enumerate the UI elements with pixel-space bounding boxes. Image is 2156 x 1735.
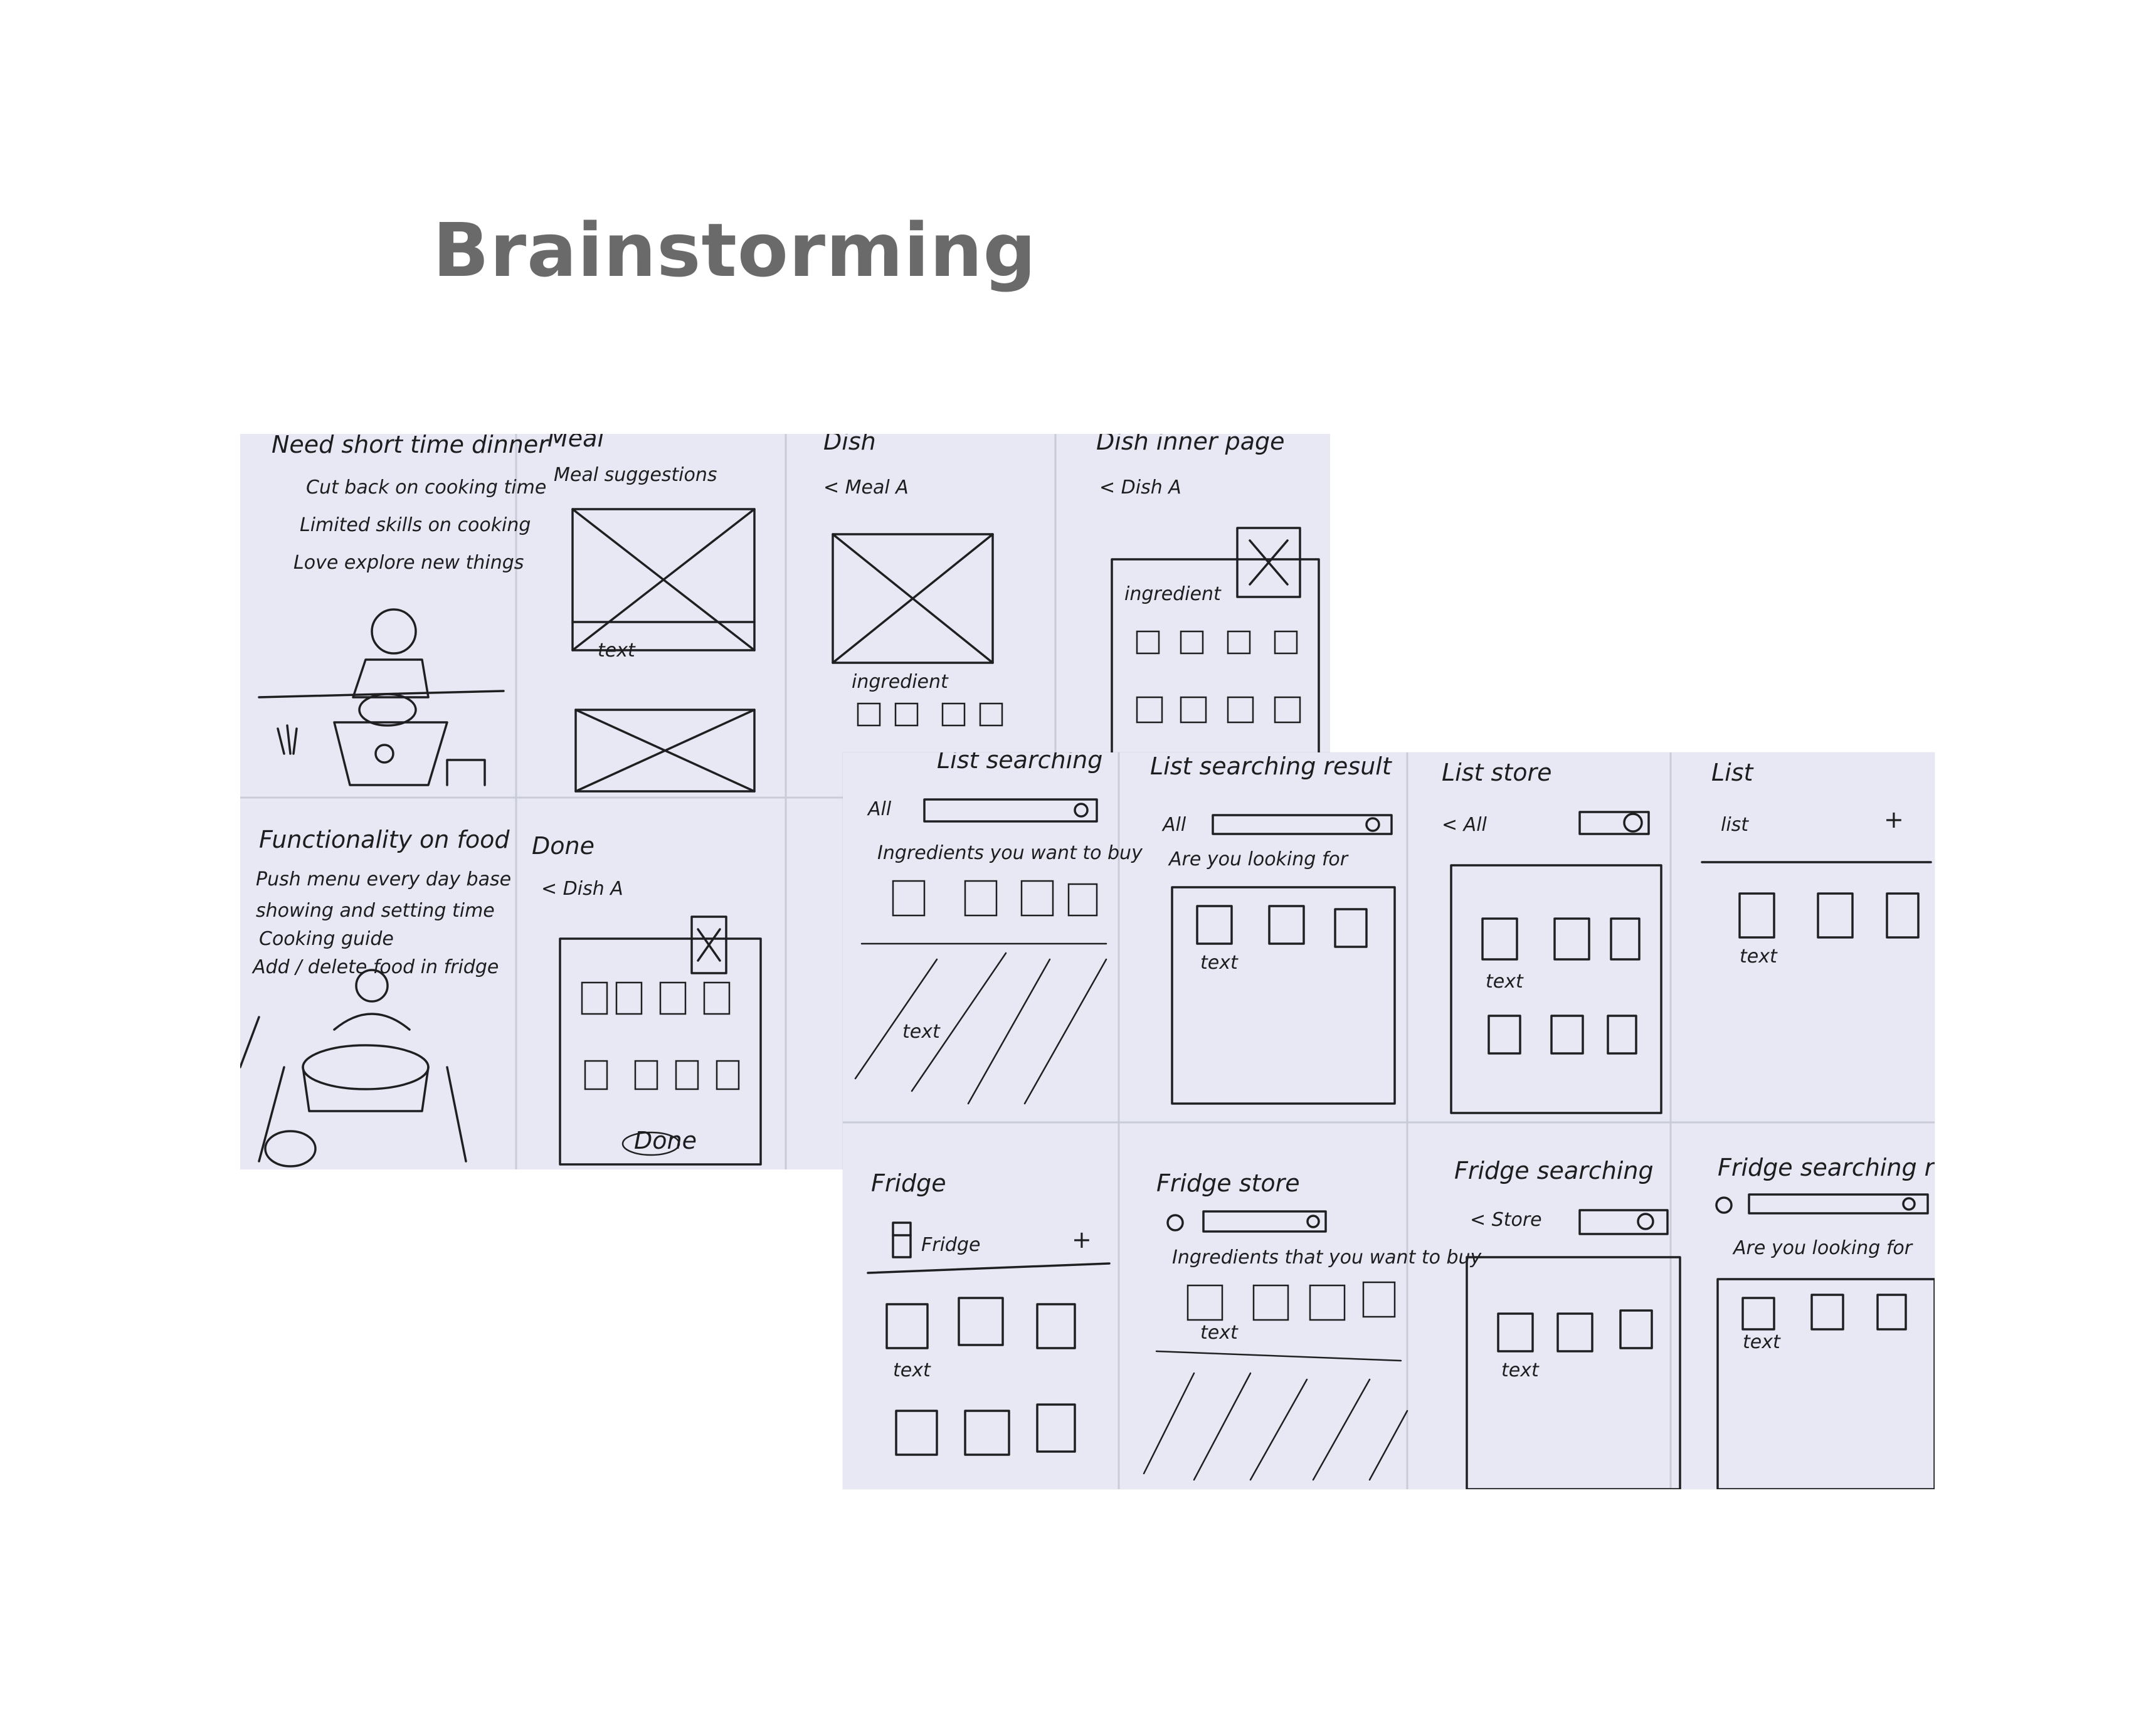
- fridge-search-grid-sketch: [1466, 1209, 1681, 1489]
- panel-fridge-store-heading: Fridge store: [1156, 1169, 1300, 1197]
- all-filter-label: All: [867, 798, 892, 820]
- panel3-heading: Dish: [823, 434, 876, 455]
- search-result-note: Are you looking for: [1168, 848, 1349, 870]
- item-label: text: [1486, 971, 1524, 993]
- page-title: Brainstorming: [433, 207, 1037, 293]
- search-bar-sketch: [1166, 1210, 1327, 1233]
- panel1-note: Love explore new things: [293, 552, 524, 574]
- panel-list-heading: List: [1711, 759, 1755, 786]
- panel-list-search-result-heading: List searching result: [1150, 752, 1393, 780]
- person-cooking-sketch: [258, 608, 505, 786]
- image-placeholder-sketch: [832, 533, 994, 664]
- ingredient-grid-sketch: [854, 880, 1107, 1105]
- panel4-ingredient: ingredient: [1124, 583, 1222, 605]
- item-label: text: [1200, 1322, 1239, 1344]
- fridge-store-note: Ingredients that you want to buy: [1172, 1247, 1482, 1268]
- result-grid-sketch: [1716, 1278, 1935, 1489]
- item-label: text: [1743, 1331, 1781, 1353]
- panel1-note: Limited skills on cooking: [300, 514, 531, 536]
- store-grid-sketch: [1450, 811, 1662, 1114]
- search-result-note: Are you looking for: [1732, 1237, 1913, 1259]
- sketch-drawing-2: List searching List searching result Lis…: [843, 752, 1935, 1489]
- search-bar-sketch: [1212, 814, 1393, 835]
- panel1-note: Cut back on cooking time: [306, 477, 546, 498]
- panel5-note: Cooking guide: [259, 928, 394, 950]
- panel-list-store-heading: List store: [1442, 759, 1551, 786]
- panel5-note: Add / delete food in fridge: [251, 956, 499, 978]
- fridge-icon: [892, 1221, 912, 1258]
- list-grid-sketch: [1701, 861, 1932, 939]
- panel-fridge-searching-heading: Fridge searching: [1454, 1157, 1654, 1184]
- back-all-label: < All: [1442, 814, 1488, 836]
- search-bar-sketch: [1715, 1193, 1929, 1215]
- item-label: text: [1200, 952, 1239, 974]
- fridge-label: Fridge: [921, 1234, 980, 1256]
- list-label: list: [1721, 814, 1749, 836]
- add-plus-icon: +: [1072, 1226, 1092, 1253]
- panel2-note: Meal suggestions: [554, 464, 717, 486]
- panel4-heading: Dish inner page: [1096, 434, 1285, 455]
- panel1-heading: Need short time dinner: [272, 434, 549, 458]
- person-cooking-sketch: [240, 969, 467, 1168]
- item-label: text: [893, 1359, 931, 1381]
- all-filter-label: All: [1161, 814, 1186, 836]
- panel-list-searching-heading: List searching: [937, 752, 1102, 774]
- back-store-label: < Store: [1470, 1209, 1542, 1231]
- item-label: text: [1501, 1359, 1540, 1381]
- panel2-text-label: text: [598, 640, 636, 662]
- search-bar-sketch: [923, 798, 1098, 823]
- panel5-note: showing and setting time: [256, 900, 495, 922]
- item-label: text: [1740, 946, 1778, 968]
- panel5-note: Push menu every day base: [256, 868, 511, 890]
- panel5-heading: Functionality on food: [259, 826, 510, 853]
- add-plus-icon: +: [1884, 806, 1904, 833]
- ingredient-grid-sketch: [857, 702, 1003, 727]
- list-search-note: Ingredients you want to buy: [877, 842, 1143, 864]
- ingredient-grid-sketch: [1136, 630, 1301, 724]
- panel6-heading: Done: [532, 832, 594, 860]
- panel6-note: < Dish A: [541, 878, 623, 900]
- done-button-sketch: Done: [634, 1127, 697, 1154]
- item-label: text: [902, 1021, 941, 1043]
- result-grid-sketch: [1171, 886, 1396, 1105]
- panel3-ingredient: ingredient: [852, 671, 949, 693]
- panel-fridge-search-result-heading: Fridge searching result: [1718, 1154, 1935, 1181]
- panel4-note: < Dish A: [1099, 477, 1181, 498]
- ingredient-grid-sketch: [1143, 1281, 1408, 1481]
- sketch-photo-2: List searching List searching result Lis…: [843, 752, 1935, 1489]
- panel-fridge-heading: Fridge: [871, 1169, 946, 1197]
- panel2-heading: Meal: [547, 434, 604, 452]
- panel3-note: < Meal A: [823, 477, 909, 498]
